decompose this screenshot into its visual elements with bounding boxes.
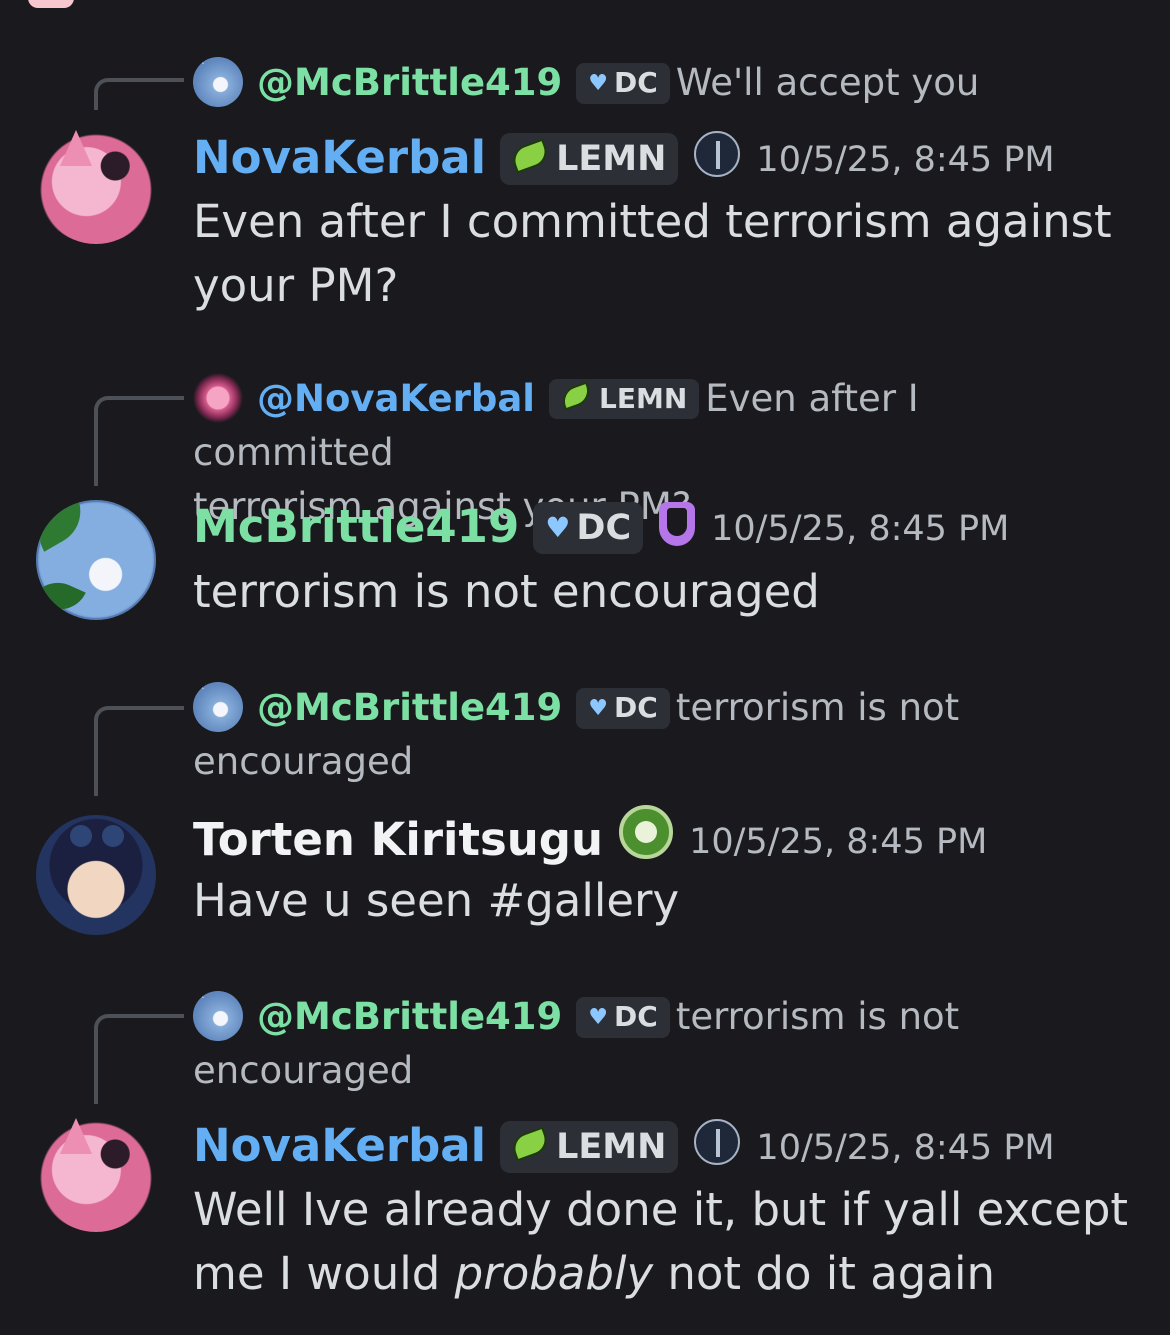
shield-role-icon[interactable] bbox=[659, 502, 696, 546]
message-header: McBrittle419 ♥ DC 10/5/25, 8:45 PM bbox=[193, 495, 1140, 559]
timestamp: 10/5/25, 8:45 PM bbox=[711, 509, 1010, 549]
timestamp: 10/5/25, 8:45 PM bbox=[689, 822, 988, 862]
heart-icon: ♥ bbox=[588, 696, 609, 721]
timestamp: 10/5/25, 8:45 PM bbox=[756, 1128, 1055, 1168]
author-name[interactable]: NovaKerbal bbox=[193, 1119, 486, 1172]
avatar[interactable] bbox=[36, 124, 156, 244]
author-name[interactable]: Torten Kiritsugu bbox=[193, 813, 603, 866]
reply-text: terrorism is not bbox=[675, 995, 960, 1038]
leaf-icon bbox=[509, 1126, 552, 1162]
reply-avatar[interactable]: ck bbox=[193, 991, 243, 1041]
reply-preview[interactable]: ck @McBrittle419 ♥ DC terrorism is not encour… bbox=[193, 990, 1130, 1098]
reply-avatar[interactable]: ck bbox=[193, 682, 243, 732]
heart-icon: ♥ bbox=[545, 511, 571, 544]
reply-preview[interactable]: ck @McBrittle419 ♥ DC terrorism is not encour… bbox=[193, 681, 1130, 789]
heart-icon: ♥ bbox=[588, 71, 609, 96]
reply-text: We'll accept you bbox=[675, 61, 980, 104]
green-role-icon[interactable] bbox=[619, 805, 674, 859]
reply-spine bbox=[94, 706, 184, 796]
message-header: Torten Kiritsugu 10/5/25, 8:45 PM bbox=[193, 805, 1140, 869]
leaf-icon bbox=[558, 381, 594, 411]
reply-avatar[interactable]: ck bbox=[193, 57, 243, 107]
message-content: Even after I committed terrorism against… bbox=[193, 195, 1112, 312]
reply-mention[interactable]: @McBrittle419 bbox=[257, 61, 562, 104]
avatar[interactable] bbox=[36, 500, 156, 620]
avatar[interactable] bbox=[36, 1112, 156, 1232]
medical-role-icon[interactable] bbox=[694, 1119, 741, 1165]
reply-text: terrorism is not bbox=[675, 686, 960, 729]
reply-spine bbox=[94, 396, 184, 486]
server-tag[interactable]: ♥ DC bbox=[576, 63, 670, 104]
reply-avatar[interactable] bbox=[193, 373, 243, 423]
emphasis-text: probably bbox=[454, 1247, 654, 1300]
reply-preview[interactable]: ck @McBrittle419 ♥ DC We'll accept you bbox=[193, 56, 1130, 110]
message-content: terrorism is not encouraged bbox=[193, 565, 820, 618]
reply-mention[interactable]: @McBrittle419 bbox=[257, 686, 562, 729]
server-tag[interactable]: LEMN bbox=[500, 133, 679, 185]
server-tag[interactable]: LEMN bbox=[500, 1121, 679, 1173]
reply-text-continued: encouraged bbox=[193, 740, 414, 783]
reply-mention[interactable]: @NovaKerbal bbox=[257, 377, 535, 420]
previous-message-sliver bbox=[28, 0, 74, 8]
server-tag[interactable]: ♥ DC bbox=[576, 688, 670, 729]
server-tag[interactable]: LEMN bbox=[548, 379, 700, 419]
message-content: Have u seen #gallery bbox=[193, 874, 680, 927]
leaf-icon bbox=[509, 138, 552, 174]
reply-spine bbox=[94, 1014, 184, 1104]
message-header: NovaKerbal LEMN 10/5/25, 8:45 PM bbox=[193, 126, 1140, 190]
reply-spine bbox=[94, 78, 184, 110]
author-name[interactable]: NovaKerbal bbox=[193, 131, 486, 184]
reply-mention[interactable]: @McBrittle419 bbox=[257, 995, 562, 1038]
heart-icon: ♥ bbox=[588, 1005, 609, 1030]
message-header: NovaKerbal LEMN 10/5/25, 8:45 PM bbox=[193, 1114, 1140, 1178]
author-name[interactable]: McBrittle419 bbox=[193, 500, 519, 553]
medical-role-icon[interactable] bbox=[694, 131, 741, 177]
server-tag[interactable]: ♥ DC bbox=[576, 997, 670, 1038]
reply-text-continued: encouraged bbox=[193, 1049, 414, 1092]
timestamp: 10/5/25, 8:45 PM bbox=[756, 140, 1055, 180]
message-content: Well Ive already done it, but if yall ex… bbox=[193, 1183, 1129, 1300]
server-tag[interactable]: ♥ DC bbox=[533, 502, 644, 554]
avatar[interactable] bbox=[36, 815, 156, 935]
